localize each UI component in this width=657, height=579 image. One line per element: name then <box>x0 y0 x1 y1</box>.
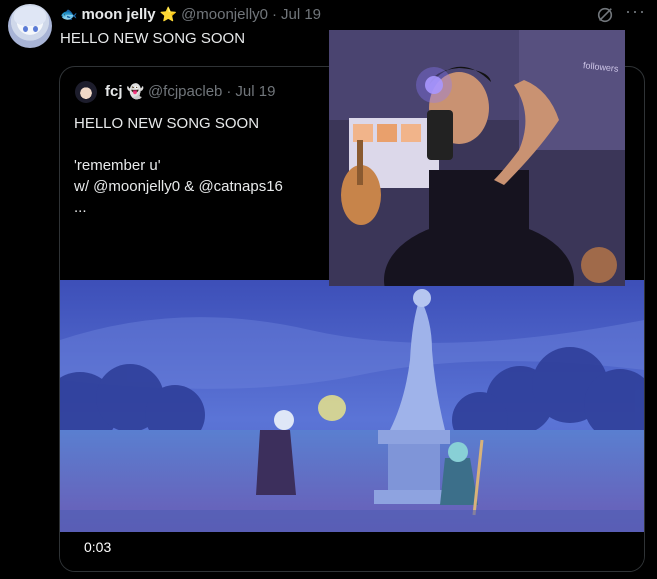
quoted-text-line: 'remember u' <box>74 157 161 174</box>
quoted-tweet-header: fcj 👻 @fcjpacleb · Jul 19 <box>105 83 275 100</box>
webcam-overlay: followers <box>329 30 625 286</box>
quoted-text-line: HELLO NEW SONG SOON <box>74 115 260 132</box>
separator-dot: · <box>272 5 277 23</box>
author-avatar[interactable] <box>8 4 52 48</box>
tweet-text: HELLO NEW SONG SOON <box>60 30 246 47</box>
author-name[interactable]: moon jelly <box>81 6 155 23</box>
ghost-icon: 👻 <box>126 83 144 99</box>
grok-icon[interactable] <box>596 6 614 24</box>
video-timestamp: 0:03 <box>84 539 112 555</box>
tweet-date[interactable]: Jul 19 <box>281 6 321 23</box>
video-player[interactable]: 0:03 <box>60 280 644 571</box>
webcam-image <box>329 30 625 286</box>
tweet-header: 🐟 moon jelly ⭐ @moonjelly0 · Jul 19 <box>60 4 321 24</box>
quoted-author-name[interactable]: fcj <box>105 83 123 100</box>
quoted-text-line: w/ @moonjelly0 & @catnaps16 <box>74 178 283 195</box>
star-icon: ⭐ <box>159 5 178 22</box>
quoted-author-avatar[interactable] <box>75 81 97 103</box>
more-options-icon[interactable]: ··· <box>625 2 647 24</box>
quoted-text-line <box>74 134 283 155</box>
quoted-text-line: ... <box>74 199 87 216</box>
quoted-author-handle[interactable]: @fcjpacleb <box>148 83 222 100</box>
author-handle[interactable]: @moonjelly0 <box>181 6 268 23</box>
fish-icon: 🐟 <box>60 5 78 22</box>
quoted-tweet-text: HELLO NEW SONG SOON 'remember u' w/ @moo… <box>74 113 283 218</box>
separator-dot: · <box>226 83 232 100</box>
quoted-tweet-date[interactable]: Jul 19 <box>235 83 275 100</box>
video-frame <box>60 280 644 532</box>
